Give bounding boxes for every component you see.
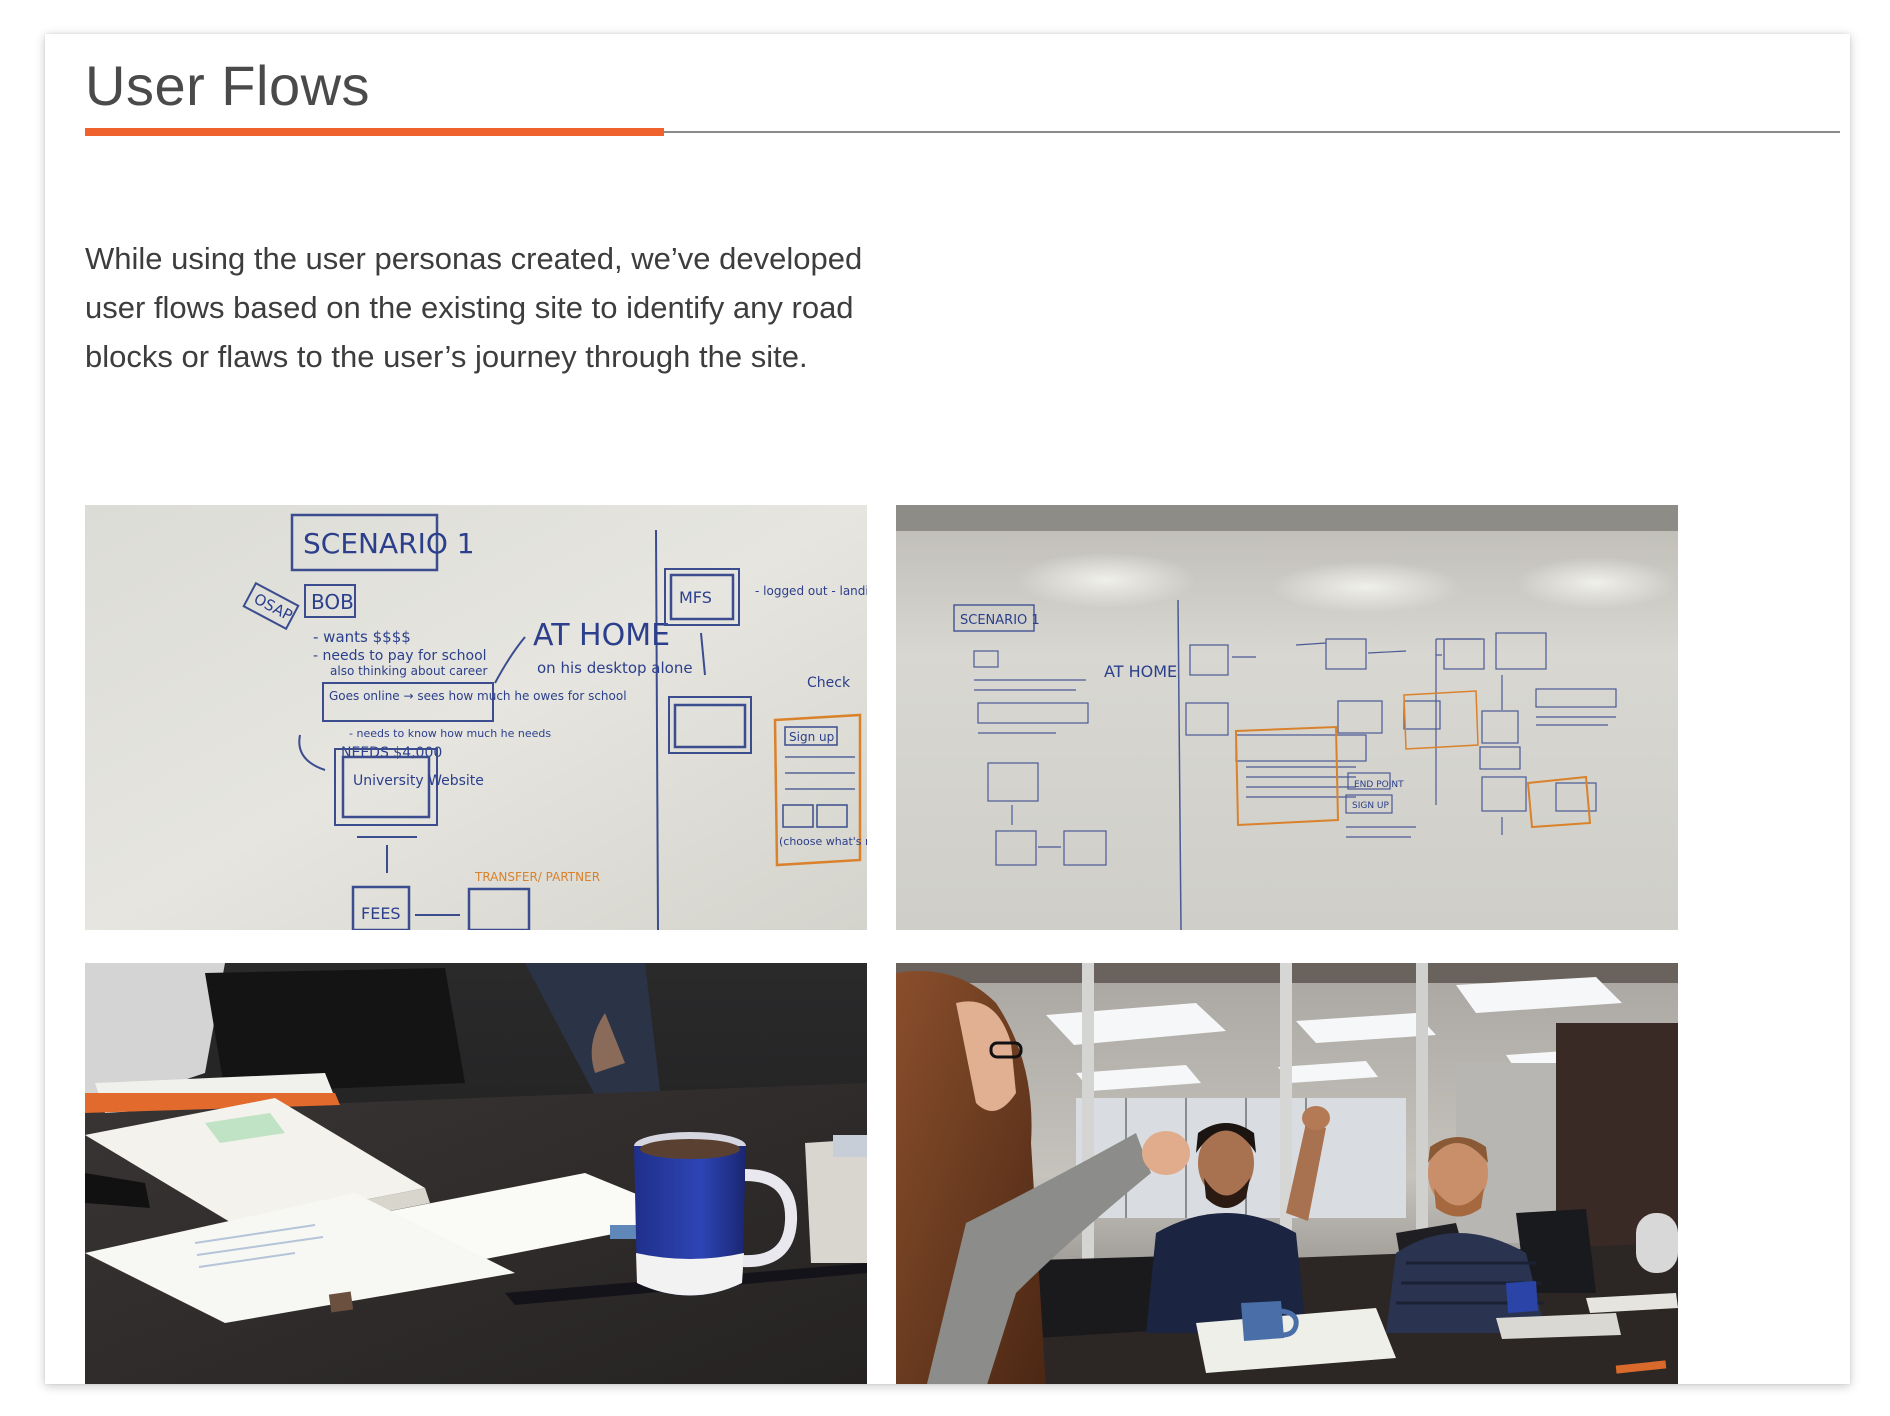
wb-transfer-label: TRANSFER/ PARTNER: [474, 870, 600, 884]
user-flows-card: User Flows While using the user personas…: [45, 34, 1850, 1384]
wb-university-label: University Website: [353, 773, 484, 789]
team-meeting-image: [896, 963, 1678, 1384]
wb-sign-up-label: Sign up: [789, 730, 834, 744]
wb-needs-line: - needs to pay for school: [313, 648, 487, 664]
intro-paragraph: While using the user personas created, w…: [85, 241, 863, 374]
title-accent-bar: [85, 128, 664, 136]
whiteboard-wide-photo: SCENARIO 1 AT HOME END POINT SIGN UP: [896, 505, 1678, 930]
whiteboard-wide-image: SCENARIO 1 AT HOME END POINT SIGN UP: [896, 505, 1678, 930]
page-title: User Flows: [85, 54, 371, 117]
wb-wide-scenario: SCENARIO 1: [960, 613, 1040, 628]
wb-wide-end-point: END POINT: [1354, 780, 1404, 790]
wb-goes-online-line: Goes online → sees how much he owes for …: [329, 689, 627, 703]
wb-wide-sign-up: SIGN UP: [1352, 801, 1390, 811]
wb-fees-label: FEES: [361, 904, 401, 923]
wb-mfs-label: MFS: [679, 588, 712, 607]
wb-at-home-label: AT HOME: [533, 618, 670, 653]
wb-choose-line: (choose what's m: [779, 835, 867, 848]
wb-career-line: also thinking about career: [330, 664, 487, 678]
wb-needs-amount: NEEDS $4,000: [341, 745, 442, 761]
team-meeting-photo: [896, 963, 1678, 1384]
whiteboard-closeup-image: SCENARIO 1 BOB OSAP - wants $$$$ - needs…: [85, 505, 867, 930]
wb-wide-at-home: AT HOME: [1104, 662, 1177, 681]
wb-persona-label: BOB: [311, 590, 354, 614]
wb-scenario-label: SCENARIO 1: [303, 527, 475, 560]
wb-desktop-line: on his desktop alone: [537, 659, 693, 677]
svg-text:Check: Check: [807, 675, 851, 691]
table-mug-image: [85, 963, 867, 1384]
wb-wants-line: - wants $$$$: [313, 628, 411, 646]
wb-logged-out-line: - logged out - landing: [755, 584, 867, 598]
wb-needs-know-line: - needs to know how much he needs: [349, 727, 551, 740]
whiteboard-closeup-photo: SCENARIO 1 BOB OSAP - wants $$$$ - needs…: [85, 505, 867, 930]
table-mug-photo: [85, 963, 867, 1384]
